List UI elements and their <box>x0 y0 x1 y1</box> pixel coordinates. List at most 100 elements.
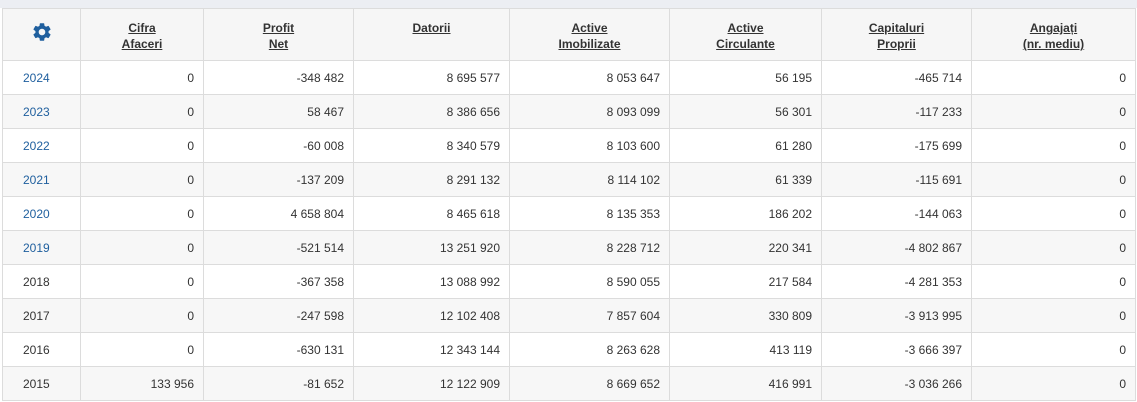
datorii-cell: 8 291 132 <box>353 162 510 197</box>
header-line: (nr. mediu) <box>1022 37 1085 51</box>
col-header-active-circulante: Active Circulante <box>669 8 822 61</box>
year-cell: 2018 <box>2 264 81 299</box>
cifra-afaceri-cell: 0 <box>80 298 204 333</box>
year-link[interactable]: 2023 <box>23 105 50 119</box>
datorii-cell: 13 088 992 <box>353 264 510 299</box>
cifra-afaceri-cell: 0 <box>80 94 204 129</box>
profit-net-cell: -521 514 <box>203 230 354 265</box>
active-circulante-cell: 186 202 <box>669 196 822 231</box>
active-imobilizate-cell: 8 228 712 <box>509 230 670 265</box>
header-line: Datorii <box>412 21 451 35</box>
capitaluri-proprii-cell: -4 281 353 <box>821 264 972 299</box>
datorii-cell: 12 122 909 <box>353 366 510 401</box>
header-line: Imobilizate <box>558 37 621 51</box>
col-header-capitaluri-proprii: Capitaluri Proprii <box>821 8 972 61</box>
table-row: 2019 0 -521 514 13 251 920 8 228 712 220 341-… <box>2 230 1136 265</box>
active-imobilizate-cell: 8 669 652 <box>509 366 670 401</box>
sort-cifra-afaceri[interactable]: Cifra Afaceri <box>122 20 163 52</box>
year-cell: 2020 <box>2 196 81 231</box>
profit-net-cell: -137 209 <box>203 162 354 197</box>
profit-net-cell: -247 598 <box>203 298 354 333</box>
table-row: 2022 0 -60 008 8 340 579 8 103 600 61 280 -175… <box>2 128 1136 163</box>
datorii-cell: 8 340 579 <box>353 128 510 163</box>
datorii-cell: 8 695 577 <box>353 60 510 95</box>
datorii-cell: 8 386 656 <box>353 94 510 129</box>
table-row: 2023 0 58 467 8 386 656 8 093 099 56 301 -117 … <box>2 94 1136 129</box>
profit-net-cell: -81 652 <box>203 366 354 401</box>
cifra-afaceri-cell: 0 <box>80 332 204 367</box>
active-imobilizate-cell: 8 103 600 <box>509 128 670 163</box>
datorii-cell: 12 343 144 <box>353 332 510 367</box>
year-cell: 2017 <box>2 298 81 333</box>
sort-profit-net[interactable]: Profit Net <box>263 20 294 52</box>
capitaluri-proprii-cell: -3 036 266 <box>821 366 972 401</box>
capitaluri-proprii-cell: -3 913 995 <box>821 298 972 333</box>
year-label: 2017 <box>23 308 50 323</box>
capitaluri-proprii-cell: -3 666 397 <box>821 332 972 367</box>
year-link[interactable]: 2024 <box>23 71 50 85</box>
capitaluri-proprii-cell: -144 063 <box>821 196 972 231</box>
active-imobilizate-cell: 8 263 628 <box>509 332 670 367</box>
settings-header-cell <box>2 8 81 61</box>
sort-datorii[interactable]: Datorii <box>412 20 450 36</box>
cifra-afaceri-cell: 0 <box>80 230 204 265</box>
gear-icon[interactable] <box>31 21 53 46</box>
table-row: 2017 0 -247 598 12 102 408 7 857 604 330 809-… <box>2 298 1136 333</box>
angajati-cell: 0 <box>971 264 1136 299</box>
sort-active-circulante[interactable]: Active Circulante <box>716 20 775 52</box>
table-row: 2015 133 956 -81 652 12 122 909 8 669 652 416… <box>2 366 1136 401</box>
active-circulante-cell: 56 301 <box>669 94 822 129</box>
col-header-cifra-afaceri: Cifra Afaceri <box>80 8 204 61</box>
active-imobilizate-cell: 8 053 647 <box>509 60 670 95</box>
cifra-afaceri-cell: 0 <box>80 196 204 231</box>
year-label: 2018 <box>23 274 50 289</box>
col-header-active-imobilizate: Active Imobilizate <box>509 8 670 61</box>
financial-table: Cifra Afaceri Profit Net Datorii Active Imo… <box>2 8 1136 401</box>
top-strip <box>0 0 1137 8</box>
year-cell: 2024 <box>2 60 81 95</box>
sort-capitaluri-proprii[interactable]: Capitaluri Proprii <box>869 20 924 52</box>
cifra-afaceri-cell: 0 <box>80 264 204 299</box>
header-line: Active <box>727 21 764 35</box>
active-circulante-cell: 56 195 <box>669 60 822 95</box>
col-header-profit-net: Profit Net <box>203 8 354 61</box>
year-link[interactable]: 2020 <box>23 207 50 221</box>
col-header-datorii: Datorii <box>353 8 510 61</box>
angajati-cell: 0 <box>971 298 1136 333</box>
profit-net-cell: -367 358 <box>203 264 354 299</box>
capitaluri-proprii-cell: -115 691 <box>821 162 972 197</box>
capitaluri-proprii-cell: -117 233 <box>821 94 972 129</box>
year-label: 2016 <box>23 342 50 357</box>
datorii-cell: 8 465 618 <box>353 196 510 231</box>
year-link[interactable]: 2021 <box>23 173 50 187</box>
table-row: 2018 0 -367 358 13 088 992 8 590 055 217 584-… <box>2 264 1136 299</box>
active-circulante-cell: 61 339 <box>669 162 822 197</box>
header-line: Angajați <box>1029 21 1078 35</box>
header-line: Circulante <box>716 37 775 51</box>
datorii-cell: 12 102 408 <box>353 298 510 333</box>
table-row: 2024 0 -348 482 8 695 577 8 053 647 56 195 -46… <box>2 60 1136 95</box>
active-circulante-cell: 61 280 <box>669 128 822 163</box>
table-row: 2020 0 4 658 804 8 465 618 8 135 353 186 202-… <box>2 196 1136 231</box>
angajati-cell: 0 <box>971 94 1136 129</box>
col-header-angajati: Angajați (nr. mediu) <box>971 8 1136 61</box>
profit-net-cell: 4 658 804 <box>203 196 354 231</box>
year-link[interactable]: 2019 <box>23 241 50 255</box>
active-imobilizate-cell: 8 590 055 <box>509 264 670 299</box>
angajati-cell: 0 <box>971 128 1136 163</box>
active-circulante-cell: 416 991 <box>669 366 822 401</box>
angajati-cell: 0 <box>971 366 1136 401</box>
year-label: 2015 <box>23 376 50 391</box>
active-circulante-cell: 330 809 <box>669 298 822 333</box>
year-cell: 2021 <box>2 162 81 197</box>
profit-net-cell: 58 467 <box>203 94 354 129</box>
capitaluri-proprii-cell: -465 714 <box>821 60 972 95</box>
angajati-cell: 0 <box>971 196 1136 231</box>
angajati-cell: 0 <box>971 230 1136 265</box>
capitaluri-proprii-cell: -4 802 867 <box>821 230 972 265</box>
datorii-cell: 13 251 920 <box>353 230 510 265</box>
sort-active-imobilizate[interactable]: Active Imobilizate <box>558 20 620 52</box>
sort-angajati[interactable]: Angajați (nr. mediu) <box>1023 20 1084 52</box>
year-link[interactable]: 2022 <box>23 139 50 153</box>
header-line: Capitaluri <box>868 21 925 35</box>
